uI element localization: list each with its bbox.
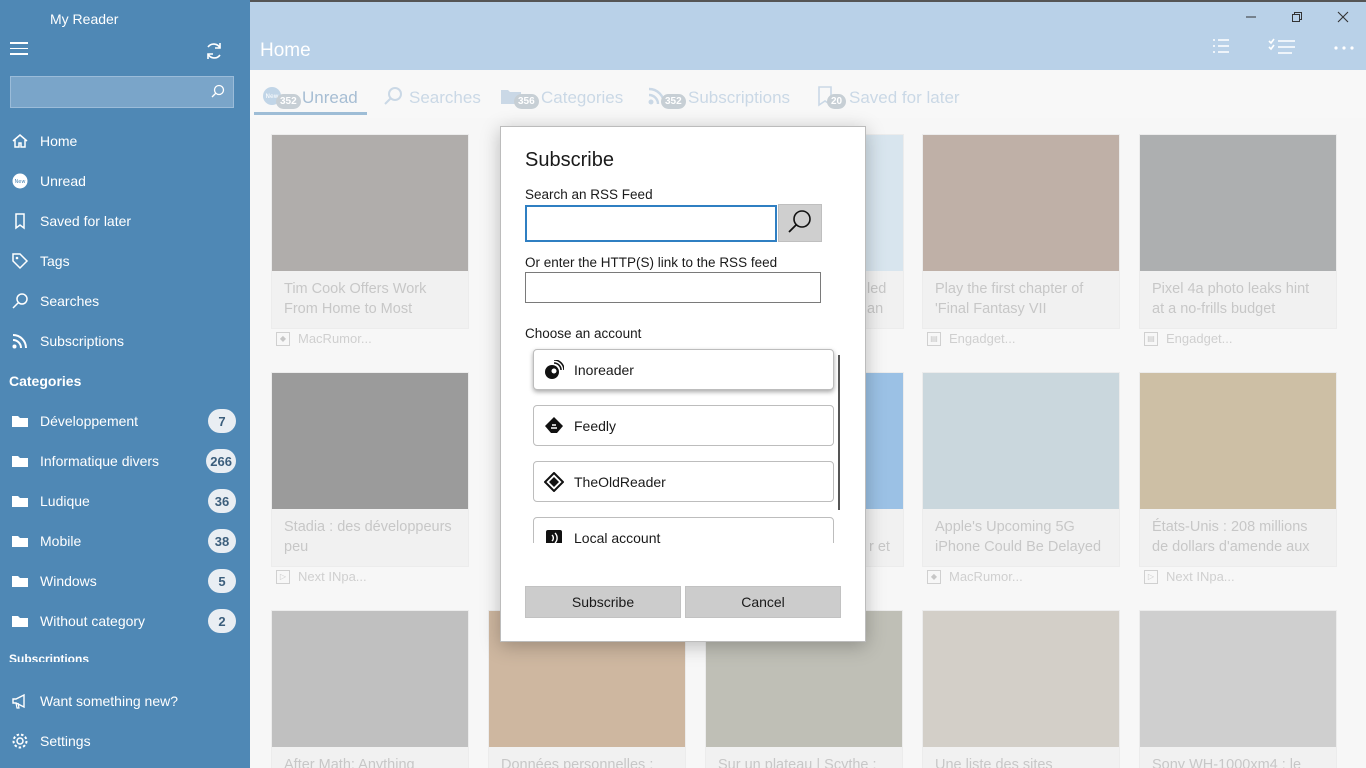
account-item-theoldreader[interactable]: TheOldReader: [533, 461, 834, 502]
choose-account-label: Choose an account: [525, 326, 642, 341]
category-label: Développement: [40, 413, 139, 429]
category-label: Without category: [40, 613, 146, 629]
rss-url-input[interactable]: [525, 272, 821, 303]
tag-icon: [0, 252, 40, 270]
page-title: Home: [260, 40, 311, 61]
title-bar: [250, 0, 1366, 70]
refresh-icon[interactable]: [204, 41, 224, 66]
maximize-button[interactable]: [1274, 4, 1320, 30]
svg-text:New: New: [15, 179, 26, 185]
sidebar-category-item[interactable]: Développement 7: [0, 401, 250, 441]
inoreader-icon: [534, 359, 574, 380]
sidebar-item-label: Want something new?: [40, 693, 178, 709]
theoldreader-icon: [534, 471, 574, 492]
account-label: Feedly: [574, 417, 617, 434]
sidebar-item-settings[interactable]: Settings: [0, 721, 250, 761]
app-title: My Reader: [50, 11, 119, 27]
category-count-badge: 38: [208, 529, 236, 553]
sidebar-item-label: Saved for later: [40, 213, 132, 229]
window-border: [250, 0, 1366, 2]
search-icon: [0, 292, 40, 310]
subscriptions-heading: Subscriptions: [9, 652, 90, 662]
sidebar-category-item[interactable]: Informatique divers 266: [0, 441, 250, 481]
categories-heading: Categories: [9, 373, 82, 389]
sidebar-item-subscriptions[interactable]: Subscriptions: [0, 321, 250, 361]
account-label: Local account: [574, 529, 661, 544]
folder-icon: [0, 493, 40, 509]
subscribe-button[interactable]: Subscribe: [525, 586, 681, 618]
account-item-feedly[interactable]: Feedly: [533, 405, 834, 446]
bookmark-icon: [0, 212, 40, 230]
search-icon: [787, 208, 813, 239]
sidebar-search-input[interactable]: [10, 76, 234, 108]
sidebar-item-searches[interactable]: Searches: [0, 281, 250, 321]
folder-icon: [0, 613, 40, 629]
folder-icon: [0, 413, 40, 429]
sidebar-item-label: Subscriptions: [40, 333, 125, 349]
cancel-button[interactable]: Cancel: [685, 586, 841, 618]
sidebar-item-label: Settings: [40, 733, 91, 749]
category-label: Ludique: [40, 493, 90, 509]
folder-icon: [0, 573, 40, 589]
category-label: Informatique divers: [40, 453, 160, 469]
account-item-inoreader[interactable]: Inoreader: [533, 349, 834, 390]
category-count-badge: 7: [208, 409, 236, 433]
sidebar-category-item[interactable]: Windows 5: [0, 561, 250, 601]
search-feed-label: Search an RSS Feed: [525, 187, 653, 202]
category-label: Windows: [40, 573, 97, 589]
sidebar-category-item[interactable]: Ludique 36: [0, 481, 250, 521]
feedly-icon: [534, 416, 574, 436]
sidebar-item-label: Searches: [40, 293, 100, 309]
sidebar-item-home[interactable]: Home: [0, 121, 250, 161]
account-label: TheOldReader: [574, 473, 666, 490]
category-count-badge: 266: [206, 449, 236, 473]
rss-search-button[interactable]: [778, 204, 822, 242]
sidebar: My Reader Home New Unread Saved for late…: [0, 0, 250, 768]
minimize-button[interactable]: [1228, 4, 1274, 30]
local-account-icon: [534, 528, 574, 543]
mark-read-icon[interactable]: [1268, 38, 1296, 59]
sidebar-item-saved[interactable]: Saved for later: [0, 201, 250, 241]
sidebar-item-label: Unread: [40, 173, 86, 189]
account-item-local[interactable]: Local account: [533, 517, 834, 543]
close-button[interactable]: [1320, 4, 1366, 30]
sidebar-item-label: Tags: [40, 253, 70, 269]
home-icon: [0, 132, 40, 150]
search-icon[interactable]: [211, 84, 225, 103]
folder-icon: [0, 453, 40, 469]
more-options-icon[interactable]: [1334, 38, 1354, 59]
sidebar-item-feedback[interactable]: Want something new?: [0, 681, 250, 721]
category-count-badge: 36: [208, 489, 236, 513]
sidebar-item-tags[interactable]: Tags: [0, 241, 250, 281]
sidebar-item-unread[interactable]: New Unread: [0, 161, 250, 201]
sidebar-category-item[interactable]: Without category 2: [0, 601, 250, 641]
megaphone-icon: [0, 692, 40, 710]
account-list[interactable]: Inoreader Feedly TheOldReader Local acco…: [525, 345, 842, 543]
category-count-badge: 5: [208, 569, 236, 593]
dialog-title: Subscribe: [525, 149, 614, 171]
gear-icon: [0, 732, 40, 750]
category-label: Mobile: [40, 533, 82, 549]
list-view-icon[interactable]: [1212, 38, 1230, 59]
sidebar-item-label: Home: [40, 133, 78, 149]
folder-icon: [0, 533, 40, 549]
url-feed-label: Or enter the HTTP(S) link to the RSS fee…: [525, 255, 778, 270]
subscribe-dialog: Subscribe Search an RSS Feed Or enter th…: [500, 126, 866, 642]
account-list-scrollbar[interactable]: [838, 355, 840, 510]
sidebar-category-item[interactable]: Mobile 38: [0, 521, 250, 561]
new-badge-icon: New: [0, 172, 40, 190]
rss-search-input[interactable]: [525, 205, 777, 242]
category-count-badge: 2: [208, 609, 236, 633]
account-label: Inoreader: [574, 361, 634, 378]
hamburger-menu-icon[interactable]: [10, 42, 30, 62]
rss-icon: [0, 332, 40, 350]
